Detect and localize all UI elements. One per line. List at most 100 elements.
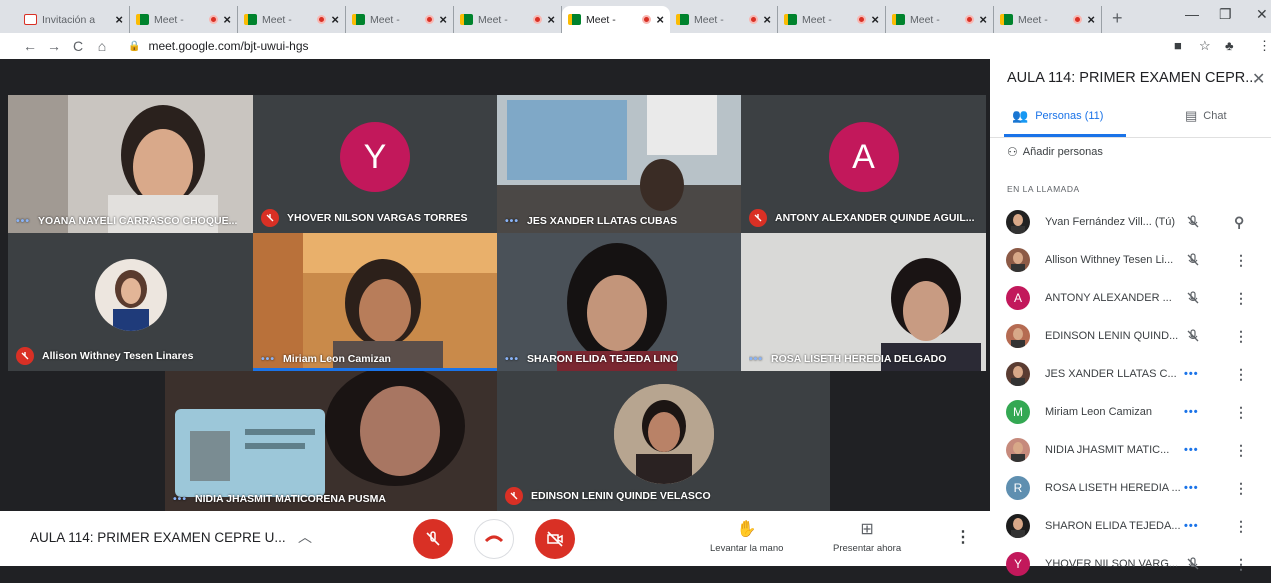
browser-tab[interactable]: Meet - × (346, 6, 454, 33)
close-tab-icon[interactable]: × (223, 12, 231, 27)
forward-icon[interactable]: → (42, 38, 66, 54)
browser-tab[interactable]: Meet - × (130, 6, 238, 33)
tab-label: Chat (1203, 110, 1227, 122)
browser-tab[interactable]: Meet - × (238, 6, 346, 33)
raise-hand-button[interactable]: ✋ Levantar la mano (710, 519, 783, 554)
participant-row[interactable]: A ANTONY ALEXANDER ... ⋮ (990, 279, 1271, 317)
close-tab-icon[interactable]: × (871, 12, 879, 27)
add-people-button[interactable]: ⚇ Añadir personas (1007, 145, 1103, 159)
close-tab-icon[interactable]: × (763, 12, 771, 27)
browser-tab-active[interactable]: Meet - × (562, 6, 670, 33)
avatar (1006, 324, 1030, 348)
more-options-icon[interactable]: ⋮ (1234, 252, 1248, 269)
more-options-icon[interactable]: ⋮ (1234, 290, 1248, 307)
participant-row[interactable]: EDINSON LENIN QUIND... ⋮ (990, 317, 1271, 355)
participant-row[interactable]: JES XANDER LLATAS C... ••• ⋮ (990, 355, 1271, 393)
participant-tile[interactable]: ••• YOANA NAYELI CARRASCO CHOQUE... (8, 95, 253, 233)
browser-tab[interactable]: Invitación a × (18, 6, 130, 33)
profile-icon[interactable]: ♣ (1225, 38, 1234, 53)
chevron-up-icon[interactable]: ︿ (298, 527, 312, 547)
minimize-icon[interactable]: — (1185, 6, 1199, 22)
name-text: EDINSON LENIN QUINDE VELASCO (531, 490, 711, 502)
participant-row[interactable]: Yvan Fernández Vill... (Tú) ⚲ (990, 203, 1271, 241)
more-options-icon[interactable]: ⋮ (1234, 404, 1248, 421)
more-options-icon[interactable]: ⋮ (1234, 328, 1248, 345)
participants-panel: AULA 114: PRIMER EXAMEN CEPR... ✕ 👥 Pers… (990, 59, 1271, 576)
speaking-icon: ••• (505, 353, 520, 365)
url-field[interactable]: 🔒 meet.google.com/bjt-uwui-hgs (128, 35, 309, 57)
more-options-icon[interactable]: ⋮ (1234, 366, 1248, 383)
close-icon[interactable]: ✕ (1252, 69, 1265, 89)
avatar: M (1006, 400, 1030, 424)
close-tab-icon[interactable]: × (115, 12, 123, 27)
present-now-button[interactable]: ⊞ Presentar ahora (833, 519, 901, 554)
participant-row[interactable]: R ROSA LISETH HEREDIA ... ••• ⋮ (990, 469, 1271, 507)
pin-icon[interactable]: ⚲ (1234, 214, 1244, 231)
close-window-icon[interactable]: ✕ (1256, 6, 1268, 23)
participant-row[interactable]: Allison Withney Tesen Li... ⋮ (990, 241, 1271, 279)
camera-icon[interactable]: ■ (1174, 38, 1182, 53)
participant-tile[interactable]: ••• SHARON ELIDA TEJEDA LINO (497, 233, 741, 371)
menu-icon[interactable]: ⋮ (1258, 38, 1271, 54)
name-text: YOANA NAYELI CARRASCO CHOQUE... (38, 215, 238, 227)
browser-tab[interactable]: Meet - × (994, 6, 1102, 33)
reload-icon[interactable]: C (66, 38, 90, 54)
tab-chat[interactable]: ▤ Chat (1185, 108, 1227, 124)
close-tab-icon[interactable]: × (439, 12, 447, 27)
mic-off-icon (426, 531, 440, 546)
mic-off-icon (1186, 329, 1200, 343)
maximize-icon[interactable]: ❐ (1219, 6, 1232, 23)
participant-name: ••• JES XANDER LLATAS CUBAS (505, 215, 677, 227)
participant-tile[interactable]: ••• JES XANDER LLATAS CUBAS (497, 95, 741, 233)
star-icon[interactable]: ☆ (1199, 38, 1211, 54)
participant-name: YHOVER NILSON VARG... (1045, 558, 1179, 570)
browser-tab[interactable]: Meet - × (886, 6, 994, 33)
browser-tab[interactable]: Meet - × (778, 6, 886, 33)
participant-tile[interactable]: ••• Miriam Leon Camizan (253, 233, 497, 371)
home-icon[interactable]: ⌂ (90, 38, 114, 54)
tab-people[interactable]: 👥 Personas (11) (1012, 108, 1103, 124)
more-options-icon[interactable]: ⋮ (1234, 556, 1248, 573)
video-feed (497, 95, 741, 233)
video-grid: ••• YOANA NAYELI CARRASCO CHOQUE... Y YH… (0, 59, 990, 511)
camera-toggle-button[interactable] (535, 519, 575, 559)
browser-tab[interactable]: Meet - × (670, 6, 778, 33)
participant-row[interactable]: M Miriam Leon Camizan ••• ⋮ (990, 393, 1271, 431)
participant-tile[interactable]: ••• NIDIA JHASMIT MATICORENA PUSMA (165, 371, 497, 511)
participant-tile[interactable]: Y YHOVER NILSON VARGAS TORRES (253, 95, 497, 233)
tab-title: Meet - (1018, 13, 1048, 26)
meet-icon (892, 14, 905, 25)
participant-tile[interactable]: EDINSON LENIN QUINDE VELASCO (497, 371, 830, 511)
mic-off-icon (16, 347, 34, 365)
speaking-icon: ••• (16, 215, 31, 227)
browser-tab[interactable]: Meet - × (454, 6, 562, 33)
participant-tile[interactable]: ••• ROSA LISETH HEREDIA DELGADO (741, 233, 986, 371)
video-feed (253, 233, 497, 371)
close-tab-icon[interactable]: × (331, 12, 339, 27)
more-options-icon[interactable]: ⋮ (1234, 518, 1248, 535)
participant-tile[interactable]: Allison Withney Tesen Linares (8, 233, 253, 371)
leave-call-button[interactable] (474, 519, 514, 559)
participant-row[interactable]: NIDIA JHASMIT MATIC... ••• ⋮ (990, 431, 1271, 469)
close-tab-icon[interactable]: × (547, 12, 555, 27)
participant-row[interactable]: Y YHOVER NILSON VARG... ⋮ (990, 545, 1271, 583)
participant-row[interactable]: SHARON ELIDA TEJEDA... ••• ⋮ (990, 507, 1271, 545)
back-icon[interactable]: ← (18, 38, 42, 54)
more-options-icon[interactable]: ⋮ (1234, 442, 1248, 459)
speaking-icon: ••• (173, 493, 188, 505)
name-text: Allison Withney Tesen Linares (42, 350, 194, 362)
mic-toggle-button[interactable] (413, 519, 453, 559)
close-tab-icon[interactable]: × (979, 12, 987, 27)
new-tab-button[interactable]: + (1112, 6, 1123, 33)
name-text: ROSA LISETH HEREDIA DELGADO (771, 353, 947, 365)
close-tab-icon[interactable]: × (1087, 12, 1095, 27)
more-options-icon[interactable]: ⋮ (1234, 480, 1248, 497)
participant-name: Allison Withney Tesen Li... (1045, 254, 1174, 266)
meeting-title[interactable]: AULA 114: PRIMER EXAMEN CEPRE U... (30, 530, 286, 545)
hand-icon: ✋ (736, 521, 757, 538)
mic-off-icon (1186, 291, 1200, 305)
tab-title: Meet - (802, 13, 832, 26)
more-options-icon[interactable]: ⋮ (955, 527, 971, 547)
participant-tile[interactable]: A ANTONY ALEXANDER QUINDE AGUIL... (741, 95, 986, 233)
close-tab-icon[interactable]: × (656, 12, 664, 27)
